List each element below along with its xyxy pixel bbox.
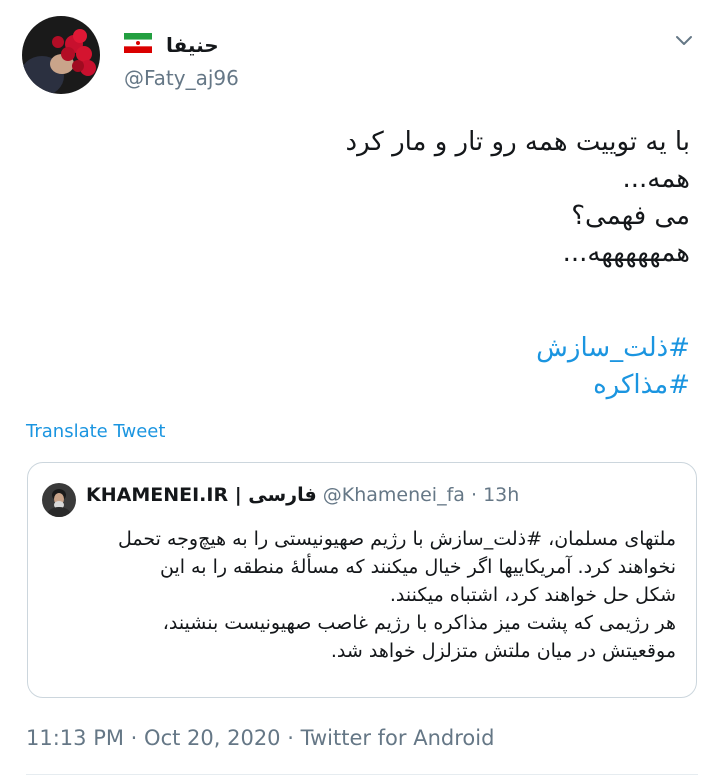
quoted-user-avatar[interactable] bbox=[42, 483, 76, 517]
quoted-tweet-text: ملتهای مسلمان، #ذلت_سازش با رژیم صهیونیس… bbox=[36, 525, 676, 665]
quoted-line: هر رژیمی که پشت میز مذاکره با رژیم غاصب … bbox=[162, 612, 676, 634]
chevron-down-icon[interactable] bbox=[672, 28, 696, 52]
quoted-line: موقعیتش در میان ملتش متزلزل خواهد شد. bbox=[330, 640, 676, 662]
divider bbox=[26, 774, 698, 775]
hashtag-link[interactable]: #ذلت_سازش bbox=[536, 333, 690, 363]
separator: · bbox=[130, 726, 138, 750]
quoted-line: شکل حل خواهند کرد، اشتباه میکنند. bbox=[389, 584, 676, 606]
translate-tweet-link[interactable]: Translate Tweet bbox=[26, 421, 165, 442]
quoted-line: ملتهای مسلمان، #ذلت_سازش با رژیم صهیونیس… bbox=[118, 528, 676, 550]
quoted-time[interactable]: 13h bbox=[483, 484, 519, 506]
tweet-text: با یه توییت همه رو تار و مار کرد همه... … bbox=[50, 124, 691, 272]
tweet-line: همهههههه... bbox=[562, 238, 690, 268]
quoted-display-name[interactable]: KHAMENEI.IR | فارسی bbox=[86, 484, 317, 506]
iran-flag-icon bbox=[124, 33, 152, 53]
hashtag-link[interactable]: #مذاکره bbox=[593, 370, 690, 400]
quoted-tweet-header: KHAMENEI.IR | فارسی @Khamenei_fa · 13h bbox=[86, 484, 519, 506]
display-name[interactable]: حنیفا bbox=[166, 33, 219, 57]
separator: · bbox=[287, 726, 294, 750]
user-handle[interactable]: @Faty_aj96 bbox=[124, 66, 239, 90]
tweet-line: با یه توییت همه رو تار و مار کرد bbox=[345, 127, 691, 157]
tweet-source[interactable]: Twitter for Android bbox=[301, 726, 495, 750]
tweet-meta: 11:13 PM · Oct 20, 2020 · Twitter for An… bbox=[26, 726, 494, 750]
tweet-date[interactable]: Oct 20, 2020 bbox=[144, 726, 281, 750]
tweet-time[interactable]: 11:13 PM bbox=[26, 726, 124, 750]
quoted-tweet[interactable]: KHAMENEI.IR | فارسی @Khamenei_fa · 13h م… bbox=[27, 462, 697, 698]
user-avatar[interactable] bbox=[22, 16, 100, 94]
separator: · bbox=[470, 484, 478, 506]
tweet-line: می فهمی؟ bbox=[571, 201, 690, 231]
quoted-line: نخواهند کرد. آمریکاییها اگر خیال میکنند … bbox=[159, 556, 676, 578]
tweet-line: همه... bbox=[622, 164, 690, 194]
quoted-handle[interactable]: @Khamenei_fa bbox=[323, 484, 465, 506]
